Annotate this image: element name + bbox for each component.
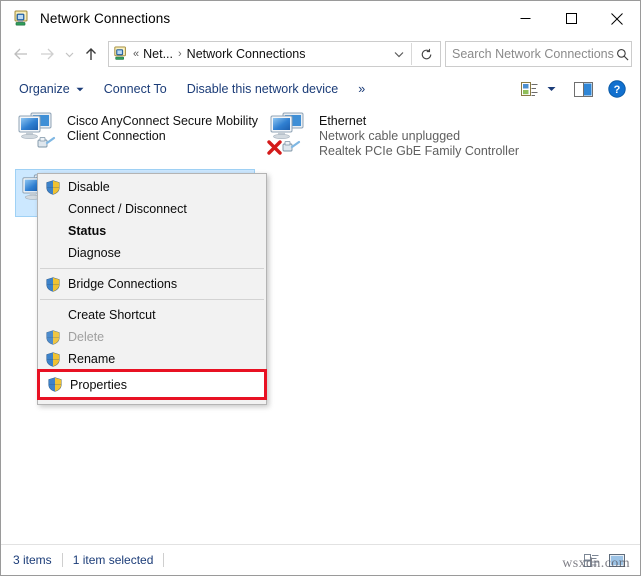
up-arrow-icon[interactable] bbox=[78, 41, 104, 67]
list-item[interactable]: Cisco AnyConnect Secure Mobility Client … bbox=[15, 110, 255, 154]
shield-icon bbox=[38, 352, 68, 367]
menu-separator bbox=[40, 299, 264, 300]
forward-arrow-icon[interactable] bbox=[34, 41, 60, 67]
network-connections-icon bbox=[113, 46, 129, 62]
shield-icon bbox=[38, 180, 68, 195]
network-adapter-icon bbox=[15, 110, 61, 154]
menu-separator bbox=[40, 268, 264, 269]
breadcrumb-segment-0[interactable]: Net... bbox=[143, 47, 173, 61]
item-count-label: 3 items bbox=[13, 553, 52, 567]
connect-to-button[interactable]: Connect To bbox=[94, 77, 177, 101]
network-connections-window: Network Connections bbox=[0, 0, 641, 576]
error-x-icon bbox=[269, 142, 280, 153]
chevron-down-icon bbox=[76, 85, 84, 94]
connection-status: Network cable unplugged bbox=[319, 129, 519, 144]
status-divider bbox=[62, 553, 63, 567]
navigation-bar: « Net... › Network Connections Search Ne… bbox=[1, 36, 640, 72]
preview-pane-icon[interactable] bbox=[570, 77, 596, 101]
menu-item-disable[interactable]: Disable bbox=[38, 176, 266, 198]
menu-item-label: Rename bbox=[68, 352, 115, 366]
connection-name-line2: Client Connection bbox=[67, 129, 258, 144]
menu-item-bridge-connections[interactable]: Bridge Connections bbox=[38, 273, 266, 295]
chevron-down-icon[interactable] bbox=[387, 43, 411, 65]
menu-item-status[interactable]: Status bbox=[38, 220, 266, 242]
breadcrumb-separator-0[interactable]: › bbox=[178, 48, 182, 60]
disable-network-device-button[interactable]: Disable this network device bbox=[177, 77, 348, 101]
window-title: Network Connections bbox=[40, 11, 170, 26]
address-bar[interactable]: « Net... › Network Connections bbox=[108, 41, 441, 67]
context-menu[interactable]: Disable Connect / Disconnect Status Diag… bbox=[37, 173, 267, 405]
disconnected-plug bbox=[283, 142, 299, 152]
menu-item-create-shortcut[interactable]: Create Shortcut bbox=[38, 304, 266, 326]
menu-item-label: Delete bbox=[68, 330, 104, 344]
network-adapter-icon bbox=[267, 110, 313, 154]
list-item-text: Ethernet Network cable unplugged Realtek… bbox=[319, 110, 519, 159]
close-button[interactable] bbox=[594, 1, 640, 36]
recent-locations-icon[interactable] bbox=[60, 41, 78, 67]
help-icon[interactable]: ? bbox=[604, 77, 630, 101]
back-arrow-icon[interactable] bbox=[8, 41, 34, 67]
menu-item-properties[interactable]: Properties bbox=[40, 372, 264, 397]
watermark: wsxdn.com bbox=[562, 556, 630, 572]
menu-item-label: Status bbox=[68, 224, 106, 238]
connection-device: Realtek PCIe GbE Family Controller bbox=[319, 144, 519, 159]
organize-button[interactable]: Organize bbox=[9, 77, 94, 101]
shield-icon bbox=[38, 330, 68, 345]
caption-buttons bbox=[502, 1, 640, 36]
command-bar-right-group: ? bbox=[516, 77, 630, 101]
menu-item-label: Properties bbox=[70, 378, 127, 392]
organize-label: Organize bbox=[19, 82, 70, 96]
chevron-down-icon[interactable] bbox=[542, 77, 560, 101]
shield-icon bbox=[40, 377, 70, 392]
menu-item-rename[interactable]: Rename bbox=[38, 348, 266, 370]
search-input[interactable]: Search Network Connections bbox=[452, 47, 614, 61]
menu-item-label: Connect / Disconnect bbox=[68, 202, 187, 216]
menu-item-label: Create Shortcut bbox=[68, 308, 156, 322]
command-bar: Organize Connect To Disable this network… bbox=[1, 72, 640, 107]
menu-item-label: Disable bbox=[68, 180, 110, 194]
menu-item-delete: Delete bbox=[38, 326, 266, 348]
connection-name: Ethernet bbox=[319, 114, 519, 129]
minimize-button[interactable] bbox=[502, 1, 548, 36]
status-divider bbox=[163, 553, 164, 567]
maximize-button[interactable] bbox=[548, 1, 594, 36]
refresh-icon[interactable] bbox=[411, 43, 440, 65]
breadcrumb-segment-1[interactable]: Network Connections bbox=[187, 47, 306, 61]
search-icon[interactable] bbox=[614, 48, 631, 61]
svg-text:?: ? bbox=[614, 84, 621, 96]
more-commands-button[interactable]: » bbox=[348, 77, 375, 101]
title-bar: Network Connections bbox=[1, 1, 640, 36]
list-item-text: Cisco AnyConnect Secure Mobility Client … bbox=[67, 110, 258, 144]
status-bar: 3 items 1 item selected bbox=[1, 544, 640, 575]
menu-item-label: Bridge Connections bbox=[68, 277, 177, 291]
search-box[interactable]: Search Network Connections bbox=[445, 41, 632, 67]
connection-name: Cisco AnyConnect Secure Mobility bbox=[67, 114, 258, 129]
list-item[interactable]: Ethernet Network cable unplugged Realtek… bbox=[267, 110, 567, 159]
menu-item-diagnose[interactable]: Diagnose bbox=[38, 242, 266, 264]
network-connections-icon bbox=[13, 10, 31, 28]
menu-item-connect-disconnect[interactable]: Connect / Disconnect bbox=[38, 198, 266, 220]
menu-item-label: Diagnose bbox=[68, 246, 121, 260]
selection-count-label: 1 item selected bbox=[73, 553, 154, 567]
breadcrumb-overflow-chevron[interactable]: « bbox=[133, 48, 139, 60]
change-view-icon[interactable] bbox=[516, 77, 542, 101]
shield-icon bbox=[38, 277, 68, 292]
